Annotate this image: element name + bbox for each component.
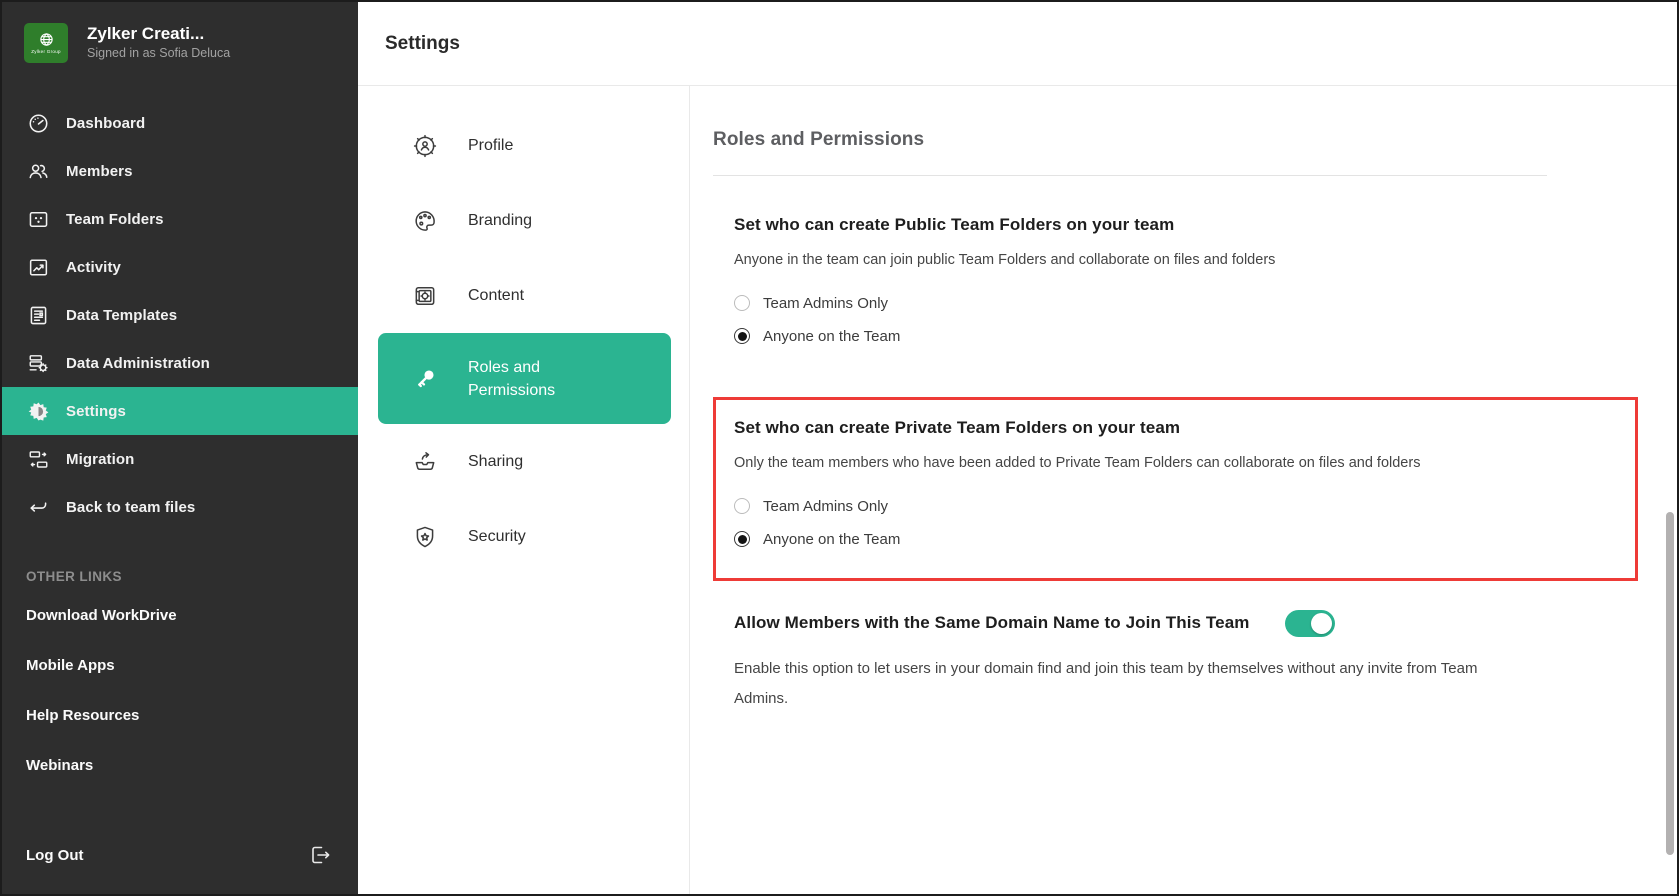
- private-folders-description: Only the team members who have been adde…: [734, 454, 1635, 472]
- radio-team-admins-only[interactable]: Team Admins Only: [734, 295, 1677, 312]
- branding-palette-icon: [412, 208, 438, 234]
- sidebar-item-label: Dashboard: [66, 115, 145, 132]
- team-meta: Zylker Creati... Signed in as Sofia Delu…: [87, 23, 230, 62]
- sidebar-nav: Dashboard Members: [2, 99, 358, 531]
- team-header[interactable]: Zylker Group Zylker Creati... Signed in …: [2, 2, 358, 79]
- sidebar-item-back-to-team-files[interactable]: Back to team files: [2, 483, 358, 531]
- tab-security[interactable]: Security: [358, 499, 689, 574]
- sidebar-item-activity[interactable]: Activity: [2, 243, 358, 291]
- security-shield-icon: [412, 524, 438, 550]
- sidebar-item-data-templates[interactable]: Data Templates: [2, 291, 358, 339]
- team-folders-icon: [27, 208, 50, 231]
- public-folders-options: Team Admins Only Anyone on the Team: [734, 295, 1677, 345]
- private-folders-options: Team Admins Only Anyone on the Team: [734, 498, 1635, 548]
- team-logo-caption: Zylker Group: [31, 49, 61, 54]
- back-arrow-icon: [27, 496, 50, 519]
- radio-circle[interactable]: [734, 531, 750, 547]
- radio-circle[interactable]: [734, 498, 750, 514]
- page-header: Settings: [358, 2, 1677, 86]
- sidebar-item-migration[interactable]: Migration: [2, 435, 358, 483]
- tab-label: Roles and Permissions: [468, 356, 580, 402]
- heading-divider: [713, 175, 1547, 176]
- dashboard-icon: [27, 112, 50, 135]
- public-folders-description: Anyone in the team can join public Team …: [734, 251, 1677, 269]
- radio-anyone-on-team[interactable]: Anyone on the Team: [734, 531, 1635, 548]
- key-icon: [412, 366, 438, 392]
- tab-label: Branding: [468, 212, 532, 230]
- signed-in-as: Signed in as Sofia Deluca: [87, 45, 230, 62]
- tab-label: Sharing: [468, 453, 523, 471]
- data-administration-icon: [27, 352, 50, 375]
- tab-roles-and-permissions[interactable]: Roles and Permissions: [378, 333, 671, 424]
- private-folders-section: Set who can create Private Team Folders …: [734, 417, 1635, 548]
- radio-label: Anyone on the Team: [763, 328, 900, 345]
- logout-icon: [308, 843, 332, 867]
- domain-join-description: Enable this option to let users in your …: [734, 654, 1534, 714]
- sidebar-item-members[interactable]: Members: [2, 147, 358, 195]
- other-links-header: OTHER LINKS: [26, 569, 358, 584]
- tab-sharing[interactable]: Sharing: [358, 424, 689, 499]
- link-download-workdrive[interactable]: Download WorkDrive: [2, 590, 358, 640]
- vertical-scrollbar-thumb[interactable]: [1666, 512, 1674, 855]
- main-content: Roles and Permissions Set who can create…: [690, 86, 1677, 894]
- sidebar-item-label: Members: [66, 163, 133, 180]
- workdrive-admin-window: Zylker Group Zylker Creati... Signed in …: [2, 2, 1677, 894]
- sidebar-item-settings[interactable]: Settings: [2, 387, 358, 435]
- sidebar-item-dashboard[interactable]: Dashboard: [2, 99, 358, 147]
- radio-label: Team Admins Only: [763, 295, 888, 312]
- globe-icon: [39, 32, 54, 47]
- sidebar: Zylker Group Zylker Creati... Signed in …: [2, 2, 358, 894]
- sharing-icon: [412, 449, 438, 475]
- sidebar-item-label: Settings: [66, 403, 126, 420]
- section-heading: Roles and Permissions: [713, 129, 1677, 151]
- tab-label: Profile: [468, 137, 513, 155]
- radio-label: Team Admins Only: [763, 498, 888, 515]
- logout-button[interactable]: Log Out: [2, 830, 358, 880]
- public-folders-section: Set who can create Public Team Folders o…: [713, 214, 1677, 345]
- link-help-resources[interactable]: Help Resources: [2, 690, 358, 740]
- public-folders-title: Set who can create Public Team Folders o…: [734, 214, 1174, 236]
- private-folders-highlight-box: Set who can create Private Team Folders …: [713, 397, 1638, 581]
- toggle-knob: [1311, 613, 1332, 634]
- activity-icon: [27, 256, 50, 279]
- tab-label: Security: [468, 528, 526, 546]
- radio-anyone-on-team[interactable]: Anyone on the Team: [734, 328, 1677, 345]
- page-title: Settings: [385, 33, 460, 55]
- sidebar-item-label: Activity: [66, 259, 121, 276]
- members-icon: [27, 160, 50, 183]
- sidebar-item-label: Migration: [66, 451, 134, 468]
- tab-label: Content: [468, 287, 524, 305]
- profile-gear-icon: [412, 133, 438, 159]
- sidebar-item-label: Data Templates: [66, 307, 177, 324]
- sidebar-item-data-administration[interactable]: Data Administration: [2, 339, 358, 387]
- radio-circle[interactable]: [734, 328, 750, 344]
- sidebar-item-label: Back to team files: [66, 499, 195, 516]
- tab-content[interactable]: Content: [358, 258, 689, 333]
- domain-join-title: Allow Members with the Same Domain Name …: [734, 612, 1249, 634]
- migration-icon: [27, 448, 50, 471]
- radio-team-admins-only[interactable]: Team Admins Only: [734, 498, 1635, 515]
- logout-label: Log Out: [26, 847, 83, 864]
- sidebar-item-label: Team Folders: [66, 211, 164, 228]
- settings-icon: [27, 400, 50, 423]
- sidebar-item-label: Data Administration: [66, 355, 210, 372]
- settings-nav: Profile Branding: [358, 86, 690, 894]
- data-templates-icon: [27, 304, 50, 327]
- content-safe-icon: [412, 283, 438, 309]
- tab-profile[interactable]: Profile: [358, 108, 689, 183]
- domain-join-section: Allow Members with the Same Domain Name …: [713, 610, 1677, 714]
- radio-label: Anyone on the Team: [763, 531, 900, 548]
- team-logo: Zylker Group: [24, 23, 68, 63]
- sidebar-item-team-folders[interactable]: Team Folders: [2, 195, 358, 243]
- domain-join-toggle[interactable]: [1285, 610, 1335, 637]
- link-mobile-apps[interactable]: Mobile Apps: [2, 640, 358, 690]
- link-webinars[interactable]: Webinars: [2, 740, 358, 790]
- tab-branding[interactable]: Branding: [358, 183, 689, 258]
- private-folders-title: Set who can create Private Team Folders …: [734, 417, 1180, 439]
- team-name: Zylker Creati...: [87, 23, 230, 45]
- radio-circle[interactable]: [734, 295, 750, 311]
